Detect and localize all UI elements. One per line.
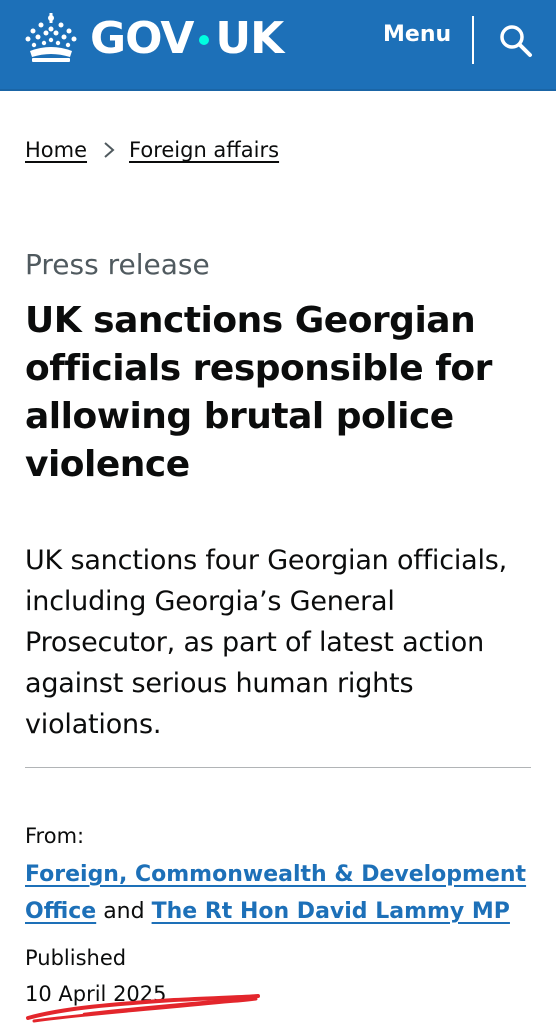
breadcrumb: Home Foreign affairs bbox=[25, 138, 279, 162]
from-label: From: bbox=[25, 824, 85, 848]
fcdo-link-continued[interactable]: Office bbox=[25, 899, 96, 924]
page-title: UK sanctions Georgian officials responsi… bbox=[25, 300, 492, 485]
crown-icon bbox=[25, 13, 77, 62]
david-lammy-link[interactable]: The Rt Hon David Lammy MP bbox=[152, 899, 510, 924]
search-icon[interactable] bbox=[499, 24, 533, 58]
logo-dot bbox=[199, 35, 210, 45]
breadcrumb-home-link[interactable]: Home bbox=[25, 138, 87, 162]
chevron-right-icon bbox=[104, 142, 115, 158]
published-label: Published bbox=[25, 946, 127, 970]
document-type-caption: Press release bbox=[25, 248, 210, 281]
from-line-1: Foreign, Commonwealth & Development bbox=[25, 856, 526, 893]
logo-text-uk: UK bbox=[215, 12, 284, 64]
published-date: 10 April 2025 bbox=[25, 982, 167, 1006]
section-divider bbox=[25, 767, 531, 768]
site-header: GOV UK Menu bbox=[0, 0, 556, 91]
from-line-2: Office and The Rt Hon David Lammy MP bbox=[25, 893, 510, 930]
header-divider bbox=[472, 16, 474, 64]
from-conjunction: and bbox=[103, 899, 145, 924]
menu-button[interactable]: Menu bbox=[383, 22, 451, 47]
breadcrumb-foreign-affairs-link[interactable]: Foreign affairs bbox=[129, 138, 279, 162]
logo-text-gov: GOV bbox=[90, 12, 194, 64]
govuk-wordmark: GOV UK bbox=[90, 12, 284, 64]
govuk-logo-link[interactable]: GOV UK bbox=[24, 10, 284, 66]
lead-paragraph: UK sanctions four Georgian officials, in… bbox=[25, 545, 508, 740]
fcdo-link[interactable]: Foreign, Commonwealth & Development bbox=[25, 862, 526, 887]
